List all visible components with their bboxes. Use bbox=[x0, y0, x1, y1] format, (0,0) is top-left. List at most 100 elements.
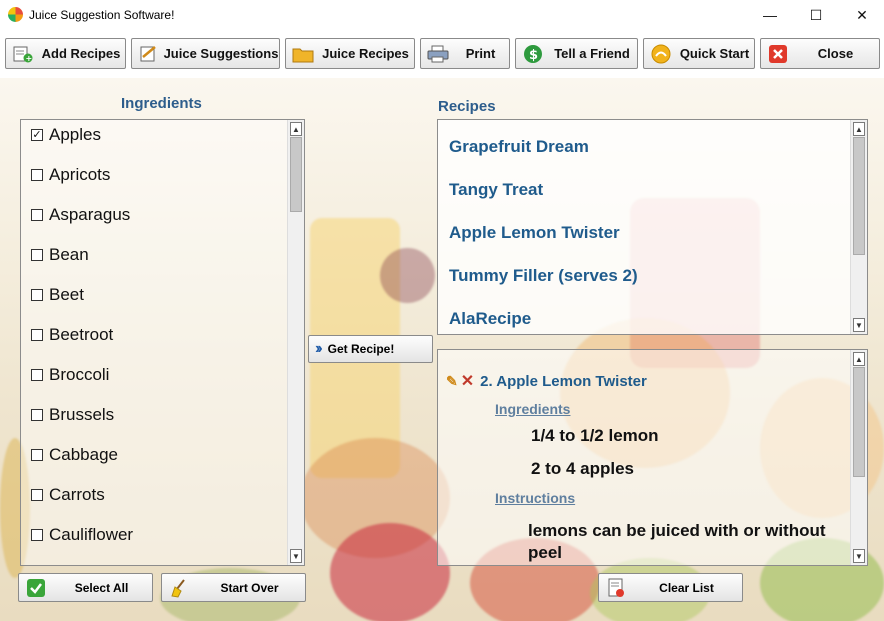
ingredient-label: Apricots bbox=[49, 165, 111, 184]
quick-start-button[interactable]: Quick Start bbox=[643, 38, 755, 69]
toolbar: + Add Recipes Juice Suggestions Juice Re… bbox=[0, 30, 884, 78]
scroll-up-arrow-icon[interactable]: ▲ bbox=[290, 122, 302, 136]
close-button[interactable]: Close bbox=[760, 38, 880, 69]
ingredient-checkbox[interactable] bbox=[31, 369, 43, 381]
suggestions-icon bbox=[138, 44, 160, 64]
close-label: Close bbox=[817, 46, 854, 61]
ingredient-checkbox[interactable] bbox=[31, 329, 43, 341]
svg-text:$: $ bbox=[529, 48, 538, 63]
tell-a-friend-button[interactable]: $ Tell a Friend bbox=[515, 38, 638, 69]
recipes-list[interactable]: Grapefruit Dream Tangy Treat Apple Lemon T… bbox=[437, 119, 868, 335]
ingredient-checkbox[interactable] bbox=[31, 489, 43, 501]
ingredient-label: Apples bbox=[49, 125, 101, 144]
add-recipes-icon: + bbox=[12, 44, 34, 64]
ingredient-item[interactable]: Asparagus bbox=[31, 203, 130, 227]
ingredient-label: Asparagus bbox=[49, 205, 131, 224]
scroll-thumb[interactable] bbox=[853, 137, 865, 255]
window-title: Juice Suggestion Software! bbox=[29, 8, 175, 22]
window-close-button[interactable]: ✕ bbox=[839, 0, 884, 30]
ingredient-item[interactable]: Carrots bbox=[31, 483, 105, 507]
ingredients-list[interactable]: ✓ Apples Apricots Asparagus Bean Beet Beetroot… bbox=[20, 119, 305, 566]
ingredient-checkbox[interactable] bbox=[31, 449, 43, 461]
ingredient-label: Carrots bbox=[49, 485, 105, 504]
ingredient-checkbox[interactable]: ✓ bbox=[31, 129, 43, 141]
recipe-detail-panel[interactable]: ✎ ✕ 2. Apple Lemon Twister Ingredients 1… bbox=[437, 349, 868, 566]
ingredient-item[interactable]: Cabbage bbox=[31, 443, 118, 467]
juice-suggestions-button[interactable]: Juice Suggestions bbox=[131, 38, 280, 69]
ingredient-checkbox[interactable] bbox=[31, 249, 43, 261]
scroll-down-arrow-icon[interactable]: ▼ bbox=[853, 318, 865, 332]
ingredient-item[interactable]: Cauliflower bbox=[31, 523, 133, 547]
juice-recipes-label: Juice Recipes bbox=[322, 46, 409, 61]
recipe-item[interactable]: Tummy Filler (serves 2) bbox=[449, 266, 638, 286]
ingredient-label: Broccoli bbox=[49, 365, 110, 384]
juice-suggestions-label: Juice Suggestions bbox=[163, 46, 279, 61]
ingredient-checkbox[interactable] bbox=[31, 529, 43, 541]
title-bar: Juice Suggestion Software! — ☐ ✕ bbox=[0, 0, 884, 30]
instructions-text: lemons can be juiced with or without pee… bbox=[528, 521, 826, 562]
ingredients-title: Ingredients bbox=[121, 95, 202, 112]
scroll-down-arrow-icon[interactable]: ▼ bbox=[290, 549, 302, 563]
recipe-item[interactable]: Apple Lemon Twister bbox=[449, 223, 620, 243]
start-over-button[interactable]: Start Over bbox=[161, 573, 306, 602]
ingredient-item[interactable]: Beetroot bbox=[31, 323, 113, 347]
ingredient-label: Beet bbox=[49, 285, 84, 304]
ingredient-label: Cauliflower bbox=[49, 525, 134, 544]
ingredient-label: Cabbage bbox=[49, 445, 119, 464]
recipe-item[interactable]: Tangy Treat bbox=[449, 180, 543, 200]
delete-x-icon[interactable]: ✕ bbox=[461, 371, 474, 391]
ingredient-item[interactable]: ✓ Apples bbox=[31, 123, 101, 147]
add-recipes-button[interactable]: + Add Recipes bbox=[5, 38, 126, 69]
instructions-subheading: Instructions bbox=[495, 490, 576, 506]
get-recipe-button[interactable]: ›› Get Recipe! bbox=[308, 335, 433, 363]
recipe-detail-heading: 2. Apple Lemon Twister bbox=[480, 372, 647, 390]
scroll-thumb[interactable] bbox=[290, 137, 302, 212]
scroll-up-arrow-icon[interactable]: ▲ bbox=[853, 352, 865, 366]
scroll-thumb[interactable] bbox=[853, 367, 865, 477]
scroll-down-arrow-icon[interactable]: ▼ bbox=[853, 549, 865, 563]
ingredient-label: Bean bbox=[49, 245, 89, 264]
juice-recipes-button[interactable]: Juice Recipes bbox=[285, 38, 415, 69]
broom-icon bbox=[168, 577, 190, 599]
ingredient-item[interactable]: Apricots bbox=[31, 163, 110, 187]
ingredient-line: 2 to 4 apples bbox=[531, 459, 634, 478]
minimize-button[interactable]: — bbox=[747, 0, 793, 30]
ingredient-label: Brussels bbox=[49, 405, 115, 424]
ingredient-item[interactable]: Beet bbox=[31, 283, 84, 307]
select-all-button[interactable]: Select All bbox=[18, 573, 153, 602]
recipes-scrollbar[interactable]: ▲ ▼ bbox=[850, 120, 867, 334]
ingredient-line: 1/4 to 1/2 lemon bbox=[531, 426, 659, 445]
folder-icon bbox=[292, 44, 314, 64]
get-recipe-label: Get Recipe! bbox=[327, 342, 395, 356]
clear-list-button[interactable]: Clear List bbox=[598, 573, 743, 602]
printer-icon bbox=[427, 44, 449, 64]
edit-pencil-icon[interactable]: ✎ bbox=[446, 373, 458, 390]
dollar-icon: $ bbox=[522, 44, 544, 64]
ingredients-scrollbar[interactable]: ▲ ▼ bbox=[287, 120, 304, 565]
select-all-label: Select All bbox=[74, 580, 129, 595]
ingredient-checkbox[interactable] bbox=[31, 409, 43, 421]
ingredient-checkbox[interactable] bbox=[31, 289, 43, 301]
maximize-button[interactable]: ☐ bbox=[793, 0, 839, 30]
ingredient-item[interactable]: Bean bbox=[31, 243, 89, 267]
start-over-label: Start Over bbox=[220, 580, 279, 595]
ingredient-item[interactable]: Broccoli bbox=[31, 363, 109, 387]
quick-start-icon bbox=[650, 44, 672, 64]
quick-start-label: Quick Start bbox=[679, 46, 750, 61]
print-button[interactable]: Print bbox=[420, 38, 510, 69]
ingredient-checkbox[interactable] bbox=[31, 169, 43, 181]
recipe-item[interactable]: Grapefruit Dream bbox=[449, 137, 589, 157]
recipe-item[interactable]: AlaRecipe bbox=[449, 309, 531, 329]
print-label: Print bbox=[465, 46, 496, 61]
ingredient-item[interactable]: Brussels bbox=[31, 403, 114, 427]
svg-text:+: + bbox=[26, 54, 33, 63]
ingredient-checkbox[interactable] bbox=[31, 209, 43, 221]
checkmark-icon bbox=[25, 577, 47, 599]
clear-list-label: Clear List bbox=[659, 580, 714, 595]
tell-a-friend-label: Tell a Friend bbox=[554, 46, 630, 61]
scroll-up-arrow-icon[interactable]: ▲ bbox=[853, 122, 865, 136]
recipe-detail-heading-row: ✎ ✕ 2. Apple Lemon Twister bbox=[446, 371, 647, 391]
detail-scrollbar[interactable]: ▲ ▼ bbox=[850, 350, 867, 565]
add-recipes-label: Add Recipes bbox=[41, 46, 121, 61]
clear-list-icon bbox=[605, 577, 627, 599]
